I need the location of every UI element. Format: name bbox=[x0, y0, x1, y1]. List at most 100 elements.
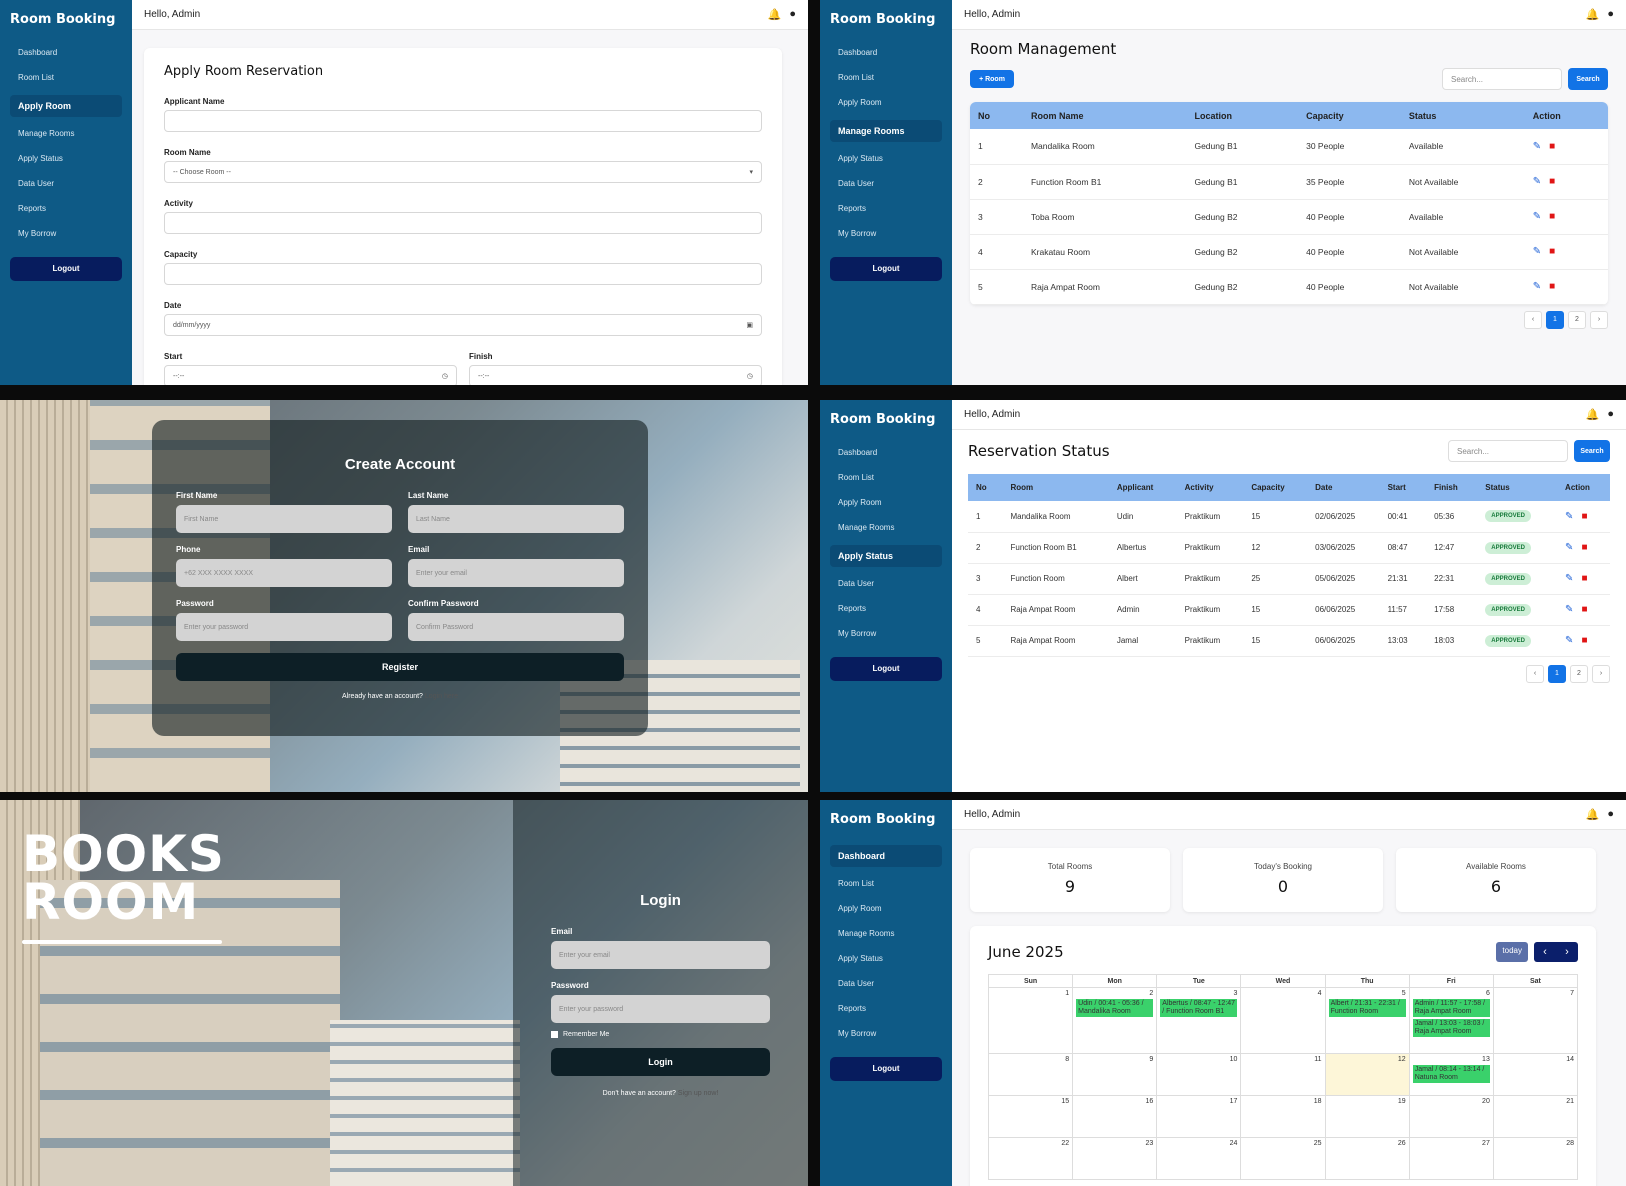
calendar-day[interactable]: 13 Jamal / 08:14 - 13:14 / Natuna Room bbox=[1409, 1054, 1494, 1096]
user-icon[interactable]: ● bbox=[789, 8, 796, 21]
sidebar-item-data-user[interactable]: Data User bbox=[820, 973, 942, 995]
edit-icon[interactable]: ✎ bbox=[1565, 511, 1573, 522]
calendar-day[interactable]: 12 bbox=[1325, 1054, 1410, 1096]
today-button[interactable]: today bbox=[1496, 942, 1528, 962]
trash-icon[interactable]: ■ bbox=[1549, 246, 1555, 257]
trash-icon[interactable]: ■ bbox=[1549, 211, 1555, 222]
calendar-day[interactable]: 19 bbox=[1325, 1096, 1410, 1138]
logout-button[interactable]: Logout bbox=[830, 1057, 942, 1081]
trash-icon[interactable]: ■ bbox=[1549, 176, 1555, 187]
start-time-input[interactable]: --:-- ◷ bbox=[164, 365, 457, 385]
page-button[interactable]: 2 bbox=[1570, 664, 1588, 683]
edit-icon[interactable]: ✎ bbox=[1533, 246, 1541, 257]
calendar-day[interactable]: 27 bbox=[1409, 1138, 1494, 1180]
page-button[interactable]: 1 bbox=[1546, 310, 1564, 329]
signup-link[interactable]: Sign up now! bbox=[678, 1090, 718, 1097]
calendar-event[interactable]: Albert / 21:31 - 22:31 / Function Room bbox=[1328, 999, 1406, 1018]
calendar-day[interactable]: 17 bbox=[1157, 1096, 1242, 1138]
edit-icon[interactable]: ✎ bbox=[1533, 281, 1541, 292]
calendar-day[interactable]: 18 bbox=[1241, 1096, 1326, 1138]
sidebar-item-apply-status[interactable]: Apply Status bbox=[830, 545, 942, 567]
finish-time-input[interactable]: --:-- ◷ bbox=[469, 365, 762, 385]
bell-icon[interactable]: 🔔 bbox=[1586, 8, 1600, 21]
clock-icon[interactable]: ◷ bbox=[747, 372, 753, 380]
calendar-day[interactable]: 22 bbox=[989, 1138, 1074, 1180]
sidebar-item-apply-room[interactable]: Apply Room bbox=[820, 92, 942, 114]
calendar-day[interactable]: 16 bbox=[1073, 1096, 1158, 1138]
calendar-day[interactable]: 9 bbox=[1073, 1054, 1158, 1096]
sidebar-item-data-user[interactable]: Data User bbox=[0, 173, 122, 195]
search-input[interactable]: Search... bbox=[1448, 440, 1568, 462]
email-input[interactable]: Enter your email bbox=[408, 559, 624, 587]
date-input[interactable]: dd/mm/yyyy ▣ bbox=[164, 314, 762, 336]
calendar-event[interactable]: Jamal / 08:14 - 13:14 / Natuna Room bbox=[1412, 1065, 1490, 1084]
sidebar-item-apply-room[interactable]: Apply Room bbox=[820, 898, 942, 920]
phone-input[interactable]: +62 XXX XXXX XXXX bbox=[176, 559, 392, 587]
page-button[interactable]: › bbox=[1590, 310, 1608, 329]
calendar-day[interactable]: 2 Udin / 00:41 - 05:36 / Mandalika Room bbox=[1073, 988, 1158, 1054]
calendar-event[interactable]: Jamal / 13:03 - 18:03 / Raja Ampat Room bbox=[1412, 1019, 1490, 1038]
edit-icon[interactable]: ✎ bbox=[1533, 141, 1541, 152]
calendar-day[interactable]: 4 bbox=[1241, 988, 1326, 1054]
add-room-button[interactable]: + Room bbox=[970, 70, 1014, 88]
page-button[interactable]: 2 bbox=[1568, 310, 1586, 329]
sidebar-item-manage-rooms[interactable]: Manage Rooms bbox=[0, 123, 122, 145]
calendar-event[interactable]: Udin / 00:41 - 05:36 / Mandalika Room bbox=[1076, 999, 1154, 1018]
activity-input[interactable] bbox=[164, 212, 762, 234]
email-input[interactable]: Enter your email bbox=[551, 941, 770, 969]
search-input[interactable]: Search... bbox=[1442, 68, 1562, 90]
calendar-icon[interactable]: ▣ bbox=[746, 321, 753, 329]
password-input[interactable]: Enter your password bbox=[176, 613, 392, 641]
sidebar-item-data-user[interactable]: Data User bbox=[820, 573, 942, 595]
trash-icon[interactable]: ■ bbox=[1581, 604, 1587, 615]
sidebar-item-apply-status[interactable]: Apply Status bbox=[820, 148, 942, 170]
logout-button[interactable]: Logout bbox=[830, 657, 942, 681]
edit-icon[interactable]: ✎ bbox=[1565, 635, 1573, 646]
page-button[interactable]: ‹ bbox=[1524, 310, 1542, 329]
user-icon[interactable]: ● bbox=[1607, 408, 1614, 421]
calendar-day[interactable]: 20 bbox=[1409, 1096, 1494, 1138]
sidebar-item-reports[interactable]: Reports bbox=[820, 598, 942, 620]
last-name-input[interactable]: Last Name bbox=[408, 505, 624, 533]
calendar-day[interactable]: 6 Admin / 11:57 - 17:58 / Raja Ampat Room… bbox=[1409, 988, 1494, 1054]
calendar-day[interactable]: 3 Albertus / 08:47 - 12:47 / Function Roo… bbox=[1157, 988, 1242, 1054]
edit-icon[interactable]: ✎ bbox=[1533, 211, 1541, 222]
user-icon[interactable]: ● bbox=[1607, 808, 1614, 821]
sidebar-item-reports[interactable]: Reports bbox=[820, 198, 942, 220]
trash-icon[interactable]: ■ bbox=[1581, 573, 1587, 584]
trash-icon[interactable]: ■ bbox=[1581, 511, 1587, 522]
sidebar-item-room-list[interactable]: Room List bbox=[820, 873, 942, 895]
sidebar-item-apply-room[interactable]: Apply Room bbox=[820, 492, 942, 514]
bell-icon[interactable]: 🔔 bbox=[1586, 408, 1600, 421]
sidebar-item-reports[interactable]: Reports bbox=[0, 198, 122, 220]
calendar-day[interactable]: 24 bbox=[1157, 1138, 1242, 1180]
edit-icon[interactable]: ✎ bbox=[1533, 176, 1541, 187]
search-button[interactable]: Search bbox=[1574, 440, 1610, 462]
login-link[interactable]: Login here bbox=[425, 693, 458, 700]
applicant-input[interactable] bbox=[164, 110, 762, 132]
calendar-day[interactable]: 11 bbox=[1241, 1054, 1326, 1096]
trash-icon[interactable]: ■ bbox=[1581, 635, 1587, 646]
calendar-day[interactable]: 25 bbox=[1241, 1138, 1326, 1180]
sidebar-item-reports[interactable]: Reports bbox=[820, 998, 942, 1020]
page-button[interactable]: ‹ bbox=[1526, 664, 1544, 683]
sidebar-item-my-borrow[interactable]: My Borrow bbox=[820, 623, 942, 645]
room-select[interactable]: -- Choose Room -- ▾ bbox=[164, 161, 762, 183]
sidebar-item-apply-room[interactable]: Apply Room bbox=[10, 95, 122, 117]
calendar-day[interactable]: 7 bbox=[1493, 988, 1578, 1054]
calendar-day[interactable]: 10 bbox=[1157, 1054, 1242, 1096]
sidebar-item-my-borrow[interactable]: My Borrow bbox=[820, 223, 942, 245]
edit-icon[interactable]: ✎ bbox=[1565, 542, 1573, 553]
calendar-day[interactable]: 8 bbox=[989, 1054, 1074, 1096]
capacity-input[interactable] bbox=[164, 263, 762, 285]
bell-icon[interactable]: 🔔 bbox=[768, 8, 782, 21]
sidebar-item-manage-rooms[interactable]: Manage Rooms bbox=[830, 120, 942, 142]
clock-icon[interactable]: ◷ bbox=[442, 372, 448, 380]
calendar-day[interactable]: 23 bbox=[1073, 1138, 1158, 1180]
edit-icon[interactable]: ✎ bbox=[1565, 604, 1573, 615]
calendar-event[interactable]: Admin / 11:57 - 17:58 / Raja Ampat Room bbox=[1412, 999, 1490, 1018]
prev-month-button[interactable]: ‹ bbox=[1534, 942, 1556, 962]
sidebar-item-manage-rooms[interactable]: Manage Rooms bbox=[820, 923, 942, 945]
next-month-button[interactable]: › bbox=[1556, 942, 1578, 962]
sidebar-item-room-list[interactable]: Room List bbox=[820, 467, 942, 489]
